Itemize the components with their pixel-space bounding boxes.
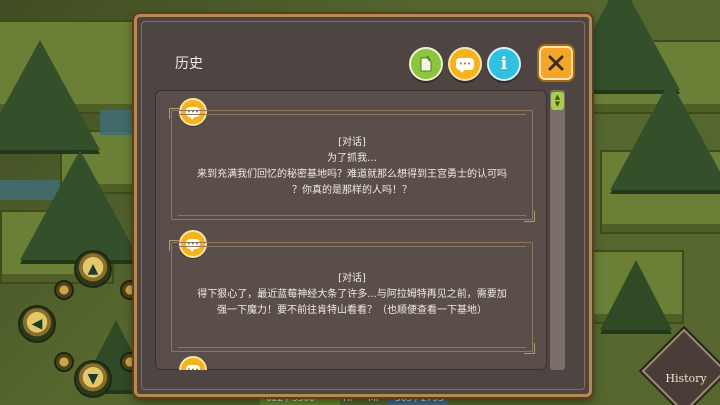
hud-up-button[interactable]: ▲ [74, 250, 112, 288]
entry-divider [178, 347, 526, 348]
entry-chat-badge: ••• [179, 356, 207, 370]
info-button[interactable]: i [487, 47, 521, 81]
dialog-title: 历史 [175, 56, 203, 72]
note-icon [420, 55, 432, 72]
entry-tag: [对话] [338, 137, 366, 148]
scrollbar-thumb[interactable]: ▲ ▼ [551, 92, 564, 110]
entry-divider [178, 215, 526, 216]
hud-down-button[interactable]: ▼ [74, 360, 112, 398]
entry-divider [178, 114, 526, 115]
entry-line: ？你真的是那样的人吗！？ [292, 185, 412, 196]
close-button[interactable] [539, 46, 573, 80]
tree [610, 80, 720, 190]
hud-small-button[interactable] [54, 352, 74, 372]
tree [20, 150, 140, 260]
log-entry: [对话] 得下狠心了，最近蓝莓神经大条了许多...与阿拉姆特再见之前，需要加 强… [169, 240, 535, 354]
log-entry: [对话] 为了抓我… 来到充满我们回忆的秘密基地吗？难道就那么想得到王宫勇士的认… [169, 108, 535, 222]
dialogue-filter-button[interactable]: ••• [448, 47, 482, 81]
chat-bubble-icon: ••• [186, 365, 200, 370]
log-scrollbar[interactable]: ▲ ▼ [550, 90, 565, 370]
history-button-label[interactable]: History [658, 372, 714, 385]
tree [600, 260, 672, 330]
history-log-list[interactable]: ••• [对话] 为了抓我… 来到充满我们回忆的秘密基地吗？难道就那么想得到王宫… [155, 90, 547, 370]
note-button[interactable] [409, 47, 443, 81]
history-dialog: 历史 ••• i ••• [对话] 为了抓我… 来到充满我们回忆的秘密基地吗？难… [134, 14, 592, 397]
hud-small-button[interactable] [54, 280, 74, 300]
history-button[interactable] [641, 328, 720, 405]
close-icon [548, 55, 564, 71]
chevron-down-icon: ▼ [554, 100, 561, 108]
chevron-up-icon: ▲ [87, 261, 99, 277]
tree [0, 40, 100, 150]
info-icon: i [500, 54, 508, 74]
entry-divider [178, 246, 526, 247]
entry-line: 得下狠心了，最近蓝莓神经大条了许多...与阿拉姆特再见之前，需要加 [197, 289, 507, 300]
chevron-left-icon: ◀ [31, 316, 43, 332]
entry-tag: [对话] [338, 273, 366, 284]
hud-left-button[interactable]: ◀ [18, 305, 56, 343]
entry-line: 来到充满我们回忆的秘密基地吗？难道就那么想得到王宫勇士的认可吗 [197, 169, 507, 180]
chat-bubble-icon: ••• [456, 58, 474, 73]
chevron-down-icon: ▼ [87, 371, 99, 387]
entry-line: 为了抓我… [327, 153, 377, 164]
entry-line: 强一下魔力！要不前往肯特山看看？（也顺便查看一下基地） [217, 305, 487, 316]
